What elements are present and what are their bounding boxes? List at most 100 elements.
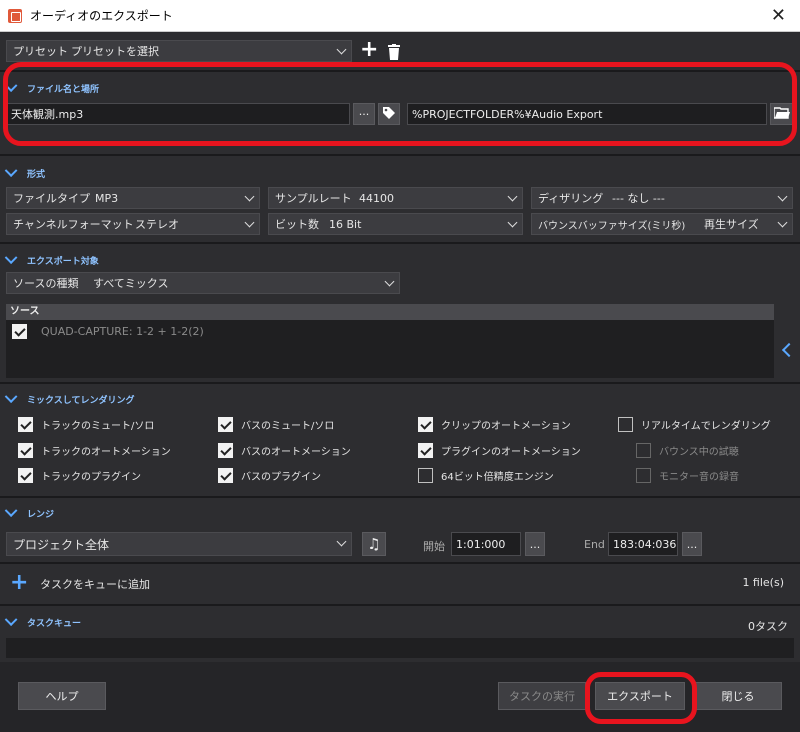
- option-label: バウンス中の試聴: [659, 447, 739, 458]
- help-button[interactable]: ヘルプ: [18, 682, 106, 710]
- chevron-down-icon: [244, 191, 255, 202]
- checkbox[interactable]: [618, 417, 633, 432]
- source-type-label: ソースの種類: [13, 277, 79, 290]
- start-input[interactable]: 1:01:000: [451, 532, 521, 556]
- export-section-title: エクスポート対象: [27, 257, 99, 267]
- range-value: プロジェクト全体: [13, 537, 110, 552]
- option-bus-mute-solo[interactable]: バスのミュート/ソロ: [218, 417, 334, 432]
- channel-format-dropdown[interactable]: チャンネルフォーマット ステレオ: [6, 213, 260, 235]
- export-button[interactable]: エクスポート: [595, 682, 685, 710]
- footer: ヘルプ タスクの実行 エクスポート 閉じる: [0, 662, 800, 732]
- source-checkbox[interactable]: [12, 324, 27, 339]
- bit-depth-value: 16 Bit: [329, 217, 362, 231]
- dither-label: ディザリング: [538, 192, 604, 205]
- checkbox[interactable]: [218, 468, 233, 483]
- option-record-monitor: モニター音の録音: [636, 468, 739, 483]
- run-tasks-button: タスクの実行: [498, 682, 586, 710]
- source-name: QUAD-CAPTURE: 1-2 + 1-2(2): [41, 325, 204, 338]
- option-label: バスのミュート/ソロ: [241, 421, 335, 432]
- music-note-icon: ♫: [367, 535, 381, 553]
- close-button[interactable]: 閉じる: [694, 682, 782, 710]
- option-clip-automation[interactable]: クリップのオートメーション: [418, 417, 571, 432]
- checkbox[interactable]: [218, 417, 233, 432]
- bounce-buffer-dropdown[interactable]: バウンスバッファサイズ(ミリ秒) 再生サイズ: [531, 213, 793, 235]
- chevron-down-icon: [384, 276, 395, 287]
- checkbox[interactable]: [218, 443, 233, 458]
- start-more-button[interactable]: ...: [525, 532, 545, 556]
- option-label: トラックのプラグイン: [41, 472, 141, 483]
- option-plugin-automation[interactable]: プラグインのオートメーション: [418, 443, 581, 458]
- trash-icon[interactable]: [388, 44, 400, 63]
- add-preset-icon[interactable]: +: [360, 37, 378, 62]
- checkbox[interactable]: [418, 468, 433, 483]
- format-section: 形式 ファイルタイプ MP3 サンプルレート 44100 ディザリング --- …: [0, 156, 800, 242]
- chevron-down-icon: [507, 217, 518, 228]
- bit-depth-dropdown[interactable]: ビット数 16 Bit: [268, 213, 523, 235]
- checkbox[interactable]: [18, 443, 33, 458]
- option-track-mute-solo[interactable]: トラックのミュート/ソロ: [18, 417, 154, 432]
- channel-format-value: ステレオ: [135, 218, 179, 231]
- end-more-button[interactable]: ...: [682, 532, 702, 556]
- bounce-buffer-value: 再生サイズ: [704, 218, 759, 231]
- window-title: オーディオのエクスポート: [30, 9, 173, 23]
- file-section-header[interactable]: ファイル名と場所: [4, 79, 99, 95]
- format-section-title: 形式: [27, 170, 46, 180]
- option-track-automation[interactable]: トラックのオートメーション: [18, 443, 171, 458]
- dither-value: --- なし ---: [612, 192, 665, 205]
- end-input[interactable]: 183:04:036: [608, 532, 678, 556]
- chevron-down-icon: [336, 536, 347, 547]
- close-icon[interactable]: ✕: [771, 5, 786, 26]
- source-type-value: すべてミックス: [93, 277, 169, 290]
- preset-value: プリセットを選択: [71, 45, 159, 58]
- export-section-header[interactable]: エクスポート対象: [4, 251, 99, 267]
- start-label: 開始: [423, 540, 445, 553]
- mix-section: ミックスしてレンダリング トラックのミュート/ソロ バスのミュート/ソロ クリッ…: [0, 384, 800, 496]
- add-task-label[interactable]: タスクをキューに追加: [40, 576, 150, 592]
- filename-input[interactable]: 天体観測.mp3: [6, 103, 350, 125]
- source-type-dropdown[interactable]: ソースの種類 すべてミックス: [6, 272, 400, 294]
- path-input[interactable]: %PROJECTFOLDER%¥Audio Export: [407, 103, 767, 125]
- bit-depth-label: ビット数: [275, 218, 319, 231]
- option-64bit-engine[interactable]: 64ビット倍精度エンジン: [418, 468, 554, 483]
- chevron-down-icon: [244, 217, 255, 228]
- task-queue-list: [6, 638, 794, 658]
- checkbox[interactable]: [418, 417, 433, 432]
- chevron-down-icon: [4, 390, 18, 404]
- chevron-down-icon: [4, 504, 18, 518]
- bounce-buffer-label: バウンスバッファサイズ(ミリ秒): [538, 220, 686, 232]
- filename-options-button[interactable]: ···: [353, 103, 375, 125]
- dither-dropdown[interactable]: ディザリング --- なし ---: [531, 187, 793, 209]
- range-dropdown[interactable]: プロジェクト全体: [6, 532, 352, 556]
- sample-rate-label: サンプルレート: [275, 192, 352, 205]
- option-bus-plugins[interactable]: バスのプラグイン: [218, 468, 321, 483]
- option-label: プラグインのオートメーション: [441, 447, 581, 458]
- sample-rate-dropdown[interactable]: サンプルレート 44100: [268, 187, 523, 209]
- plus-icon[interactable]: +: [10, 570, 28, 595]
- file-type-label: ファイルタイプ: [13, 192, 90, 205]
- range-section-title: レンジ: [27, 510, 55, 520]
- checkbox[interactable]: [18, 417, 33, 432]
- option-realtime-render[interactable]: リアルタイムでレンダリング: [618, 417, 771, 432]
- checkbox[interactable]: [18, 468, 33, 483]
- preset-dropdown[interactable]: プリセット プリセットを選択: [6, 40, 352, 62]
- format-section-header[interactable]: 形式: [4, 164, 46, 180]
- chevron-down-icon: [4, 164, 18, 178]
- checkbox[interactable]: [418, 443, 433, 458]
- list-item[interactable]: QUAD-CAPTURE: 1-2 + 1-2(2): [12, 324, 204, 339]
- checkbox: [636, 443, 651, 458]
- export-section: エクスポート対象 ソースの種類 すべてミックス ソース QUAD-CAPTURE…: [0, 244, 800, 382]
- range-section-header[interactable]: レンジ: [4, 504, 55, 520]
- option-label: モニター音の録音: [659, 472, 739, 483]
- task-queue-header[interactable]: タスクキュー: [4, 613, 81, 629]
- browse-folder-button[interactable]: [770, 103, 794, 125]
- tag-button[interactable]: [378, 103, 400, 125]
- chevron-left-icon[interactable]: [781, 342, 797, 358]
- title-bar: オーディオのエクスポート ✕: [0, 0, 800, 32]
- mix-section-header[interactable]: ミックスしてレンダリング: [4, 390, 134, 406]
- marker-button[interactable]: ♫: [362, 532, 386, 556]
- option-label: クリップのオートメーション: [441, 421, 571, 432]
- option-track-plugins[interactable]: トラックのプラグイン: [18, 468, 141, 483]
- file-type-dropdown[interactable]: ファイルタイプ MP3: [6, 187, 260, 209]
- add-task-row[interactable]: + タスクをキューに追加 1 file(s): [0, 564, 800, 604]
- option-bus-automation[interactable]: バスのオートメーション: [218, 443, 351, 458]
